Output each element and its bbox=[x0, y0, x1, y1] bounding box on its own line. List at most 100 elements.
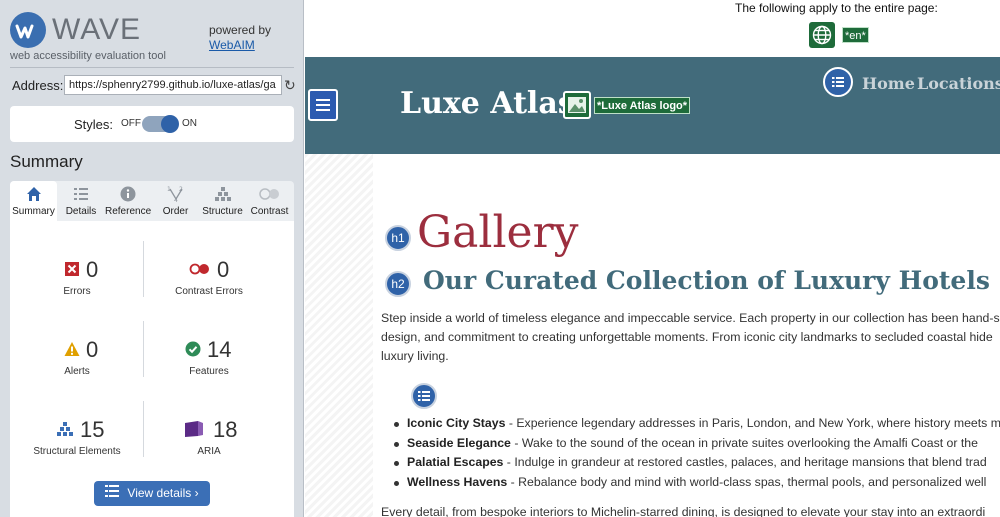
stat-features[interactable]: 14 Features bbox=[142, 337, 276, 377]
features-count: 14 bbox=[207, 337, 232, 362]
list-item: Palatial Escapes - Indulge in grandeur a… bbox=[381, 453, 1000, 473]
document-icon[interactable] bbox=[308, 89, 338, 121]
styles-toggle-row: Styles: OFF ON bbox=[10, 106, 294, 142]
tab-structure[interactable]: Structure bbox=[200, 181, 245, 221]
alerts-label: Alerts bbox=[64, 366, 90, 377]
address-label: Address: bbox=[12, 78, 64, 93]
contrast-errors-count: 0 bbox=[217, 257, 230, 282]
language-badge[interactable] bbox=[809, 22, 835, 48]
image-alt-icon[interactable] bbox=[563, 91, 591, 119]
features-label: Features bbox=[189, 366, 229, 377]
stat-alerts[interactable]: 0 Alerts bbox=[10, 337, 144, 378]
tab-label: Summary bbox=[12, 206, 55, 217]
intro-line: design, and commitment to creating unfor… bbox=[381, 330, 993, 344]
tab-summary[interactable]: Summary bbox=[10, 181, 57, 221]
page-heading-h1: Gallery bbox=[417, 207, 579, 258]
wave-logo-icon bbox=[10, 12, 46, 48]
styles-toggle[interactable] bbox=[142, 115, 179, 133]
contrast-errors-label: Contrast Errors bbox=[175, 286, 243, 297]
list-icon bbox=[105, 481, 120, 506]
tab-label: Reference bbox=[105, 206, 152, 217]
webaim-link[interactable]: WebAIM bbox=[209, 38, 271, 53]
list-item-title: Iconic City Stays bbox=[407, 416, 506, 430]
evaluated-page: The following apply to the entire page: … bbox=[305, 0, 1000, 517]
tab-reference[interactable]: Reference bbox=[105, 181, 151, 221]
contrast-icon bbox=[245, 186, 294, 202]
svg-text:2: 2 bbox=[179, 186, 183, 193]
panel-tabs: Summary Details Reference 1 24 Order Stru… bbox=[10, 181, 294, 221]
address-input[interactable]: https://sphenry2799.github.io/luxe-atlas… bbox=[64, 75, 282, 95]
intro-line: luxury living. bbox=[381, 349, 449, 363]
site-title[interactable]: Luxe Atlas bbox=[400, 86, 575, 121]
language-tag: *en* bbox=[842, 27, 869, 43]
alert-icon bbox=[64, 341, 80, 357]
structure-icon bbox=[57, 421, 73, 437]
stat-errors[interactable]: 0 Errors bbox=[10, 257, 144, 298]
alerts-count: 0 bbox=[86, 337, 99, 362]
error-icon bbox=[64, 261, 80, 277]
hotel-category-list: Iconic City Stays - Experience legendary… bbox=[381, 414, 1000, 492]
h1-badge[interactable]: h1 bbox=[385, 225, 411, 251]
tab-label: Details bbox=[65, 206, 97, 217]
styles-label: Styles: bbox=[74, 117, 114, 132]
errors-label: Errors bbox=[63, 286, 91, 297]
structure-icon bbox=[200, 186, 245, 202]
aria-count: 18 bbox=[213, 417, 238, 442]
stat-structural-elements[interactable]: 15 Structural Elements bbox=[10, 417, 144, 458]
list-item-title: Palatial Escapes bbox=[407, 455, 504, 469]
styles-on-label: ON bbox=[182, 118, 197, 129]
stat-contrast-errors[interactable]: 0 Contrast Errors bbox=[142, 257, 276, 298]
site-header: Luxe Atlas *Luxe Atlas logo* Home Locati… bbox=[305, 57, 1000, 154]
globe-icon bbox=[812, 25, 832, 45]
svg-text:1: 1 bbox=[167, 186, 171, 193]
list-item: Wellness Havens - Rebalance body and min… bbox=[381, 473, 1000, 493]
wave-logo[interactable]: WAVE web accessibility evaluation tool bbox=[10, 10, 170, 62]
tab-label: Contrast bbox=[250, 206, 289, 217]
summary-panel: 0 Errors 0 Contrast Errors 0 Alerts 14 F… bbox=[10, 221, 294, 517]
structural-count: 15 bbox=[80, 417, 105, 442]
contrast-error-icon bbox=[189, 261, 211, 277]
wave-sidebar: WAVE web accessibility evaluation tool p… bbox=[0, 0, 304, 517]
list-item: Seaside Elegance - Wake to the sound of … bbox=[381, 434, 1000, 454]
feature-icon bbox=[185, 341, 201, 357]
intro-line: Step inside a world of timeless elegance… bbox=[381, 311, 1000, 325]
errors-count: 0 bbox=[86, 257, 99, 282]
brand-name: WAVE bbox=[52, 13, 142, 46]
aria-icon bbox=[184, 420, 204, 438]
nav-list-icon[interactable] bbox=[823, 67, 853, 97]
tab-details[interactable]: Details bbox=[57, 181, 105, 221]
nav-home[interactable]: Home bbox=[862, 74, 915, 93]
tab-label: Order bbox=[162, 206, 189, 217]
reload-icon[interactable]: ↻ bbox=[284, 77, 298, 93]
aria-label: ARIA bbox=[197, 446, 221, 457]
toggle-knob bbox=[161, 115, 179, 133]
list-item-title: Wellness Havens bbox=[407, 474, 508, 489]
h2-badge[interactable]: h2 bbox=[385, 271, 411, 297]
list-item-title: Seaside Elegance bbox=[407, 435, 511, 450]
section-heading-h2: Our Curated Collection of Luxury Hotels bbox=[423, 266, 990, 295]
list-item-text: - Indulge in grandeur at restored castle… bbox=[503, 455, 987, 469]
brand-tagline: web accessibility evaluation tool bbox=[10, 50, 166, 62]
tab-order[interactable]: 1 24 Order bbox=[151, 181, 200, 221]
summary-heading: Summary bbox=[10, 152, 83, 171]
decorative-stripes bbox=[305, 154, 373, 517]
outro-paragraph: Every detail, from bespoke interiors to … bbox=[381, 505, 986, 517]
order-icon: 1 24 bbox=[151, 186, 200, 204]
list-item-text: - Experience legendary addresses in Pari… bbox=[505, 416, 1000, 430]
list-item-text: - Rebalance body and mind with world-cla… bbox=[507, 474, 987, 489]
tab-label: Structure bbox=[202, 206, 243, 217]
view-details-button[interactable]: View details › bbox=[94, 481, 210, 506]
stat-aria[interactable]: 18 ARIA bbox=[142, 417, 276, 457]
wave-window: WAVE web accessibility evaluation tool p… bbox=[0, 0, 1000, 517]
divider bbox=[10, 67, 294, 68]
powered-by: powered by WebAIM bbox=[209, 23, 271, 53]
list-icon[interactable] bbox=[411, 383, 437, 409]
list-icon bbox=[57, 186, 105, 202]
list-item: Iconic City Stays - Experience legendary… bbox=[381, 414, 1000, 434]
styles-off-label: OFF bbox=[121, 118, 141, 129]
nav-locations[interactable]: Locations bbox=[917, 74, 1000, 93]
address-bar: Address: https://sphenry2799.github.io/l… bbox=[12, 75, 296, 95]
svg-text:4: 4 bbox=[174, 197, 178, 202]
list-item-text: - Wake to the sound of the ocean in priv… bbox=[510, 435, 978, 450]
tab-contrast[interactable]: Contrast bbox=[245, 181, 294, 221]
